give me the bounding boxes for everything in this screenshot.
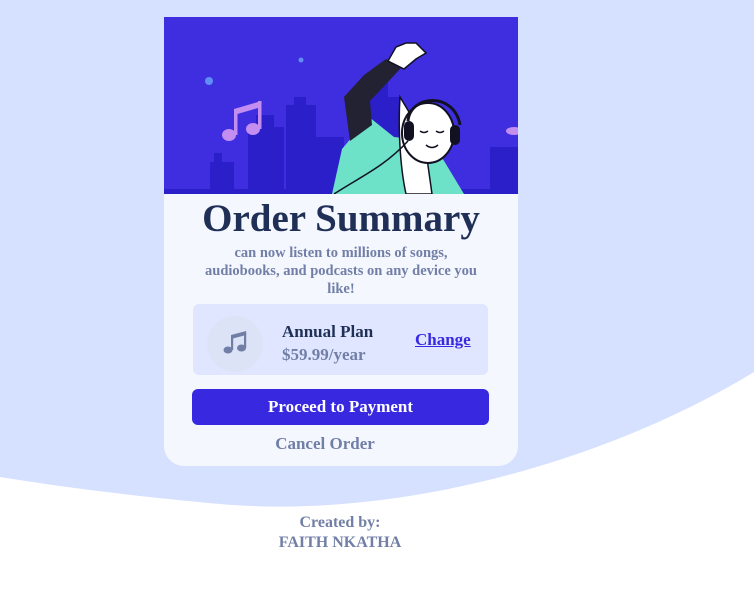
change-plan-link[interactable]: Change [415,330,471,350]
page: Order Summary can now listen to millions… [0,0,754,606]
plan-name: Annual Plan [282,322,374,341]
credits-label: Created by: [299,514,381,531]
plan-price: $59.99/year [282,345,366,364]
hero-illustration [164,17,518,194]
plan-summary-box: Annual Plan $59.99/year Change [193,304,488,375]
order-summary-card: Order Summary can now listen to millions… [164,17,518,466]
credits-author: FAITH NKATHA [278,534,402,551]
cancel-order-button[interactable]: Cancel Order [164,434,486,454]
plan-description: can now listen to millions of songs, aud… [205,245,477,297]
music-note-icon [207,316,263,372]
proceed-to-payment-button[interactable]: Proceed to Payment [192,389,489,425]
credits: Created by: FAITH NKATHA [240,513,440,553]
page-title: Order Summary [202,197,480,240]
